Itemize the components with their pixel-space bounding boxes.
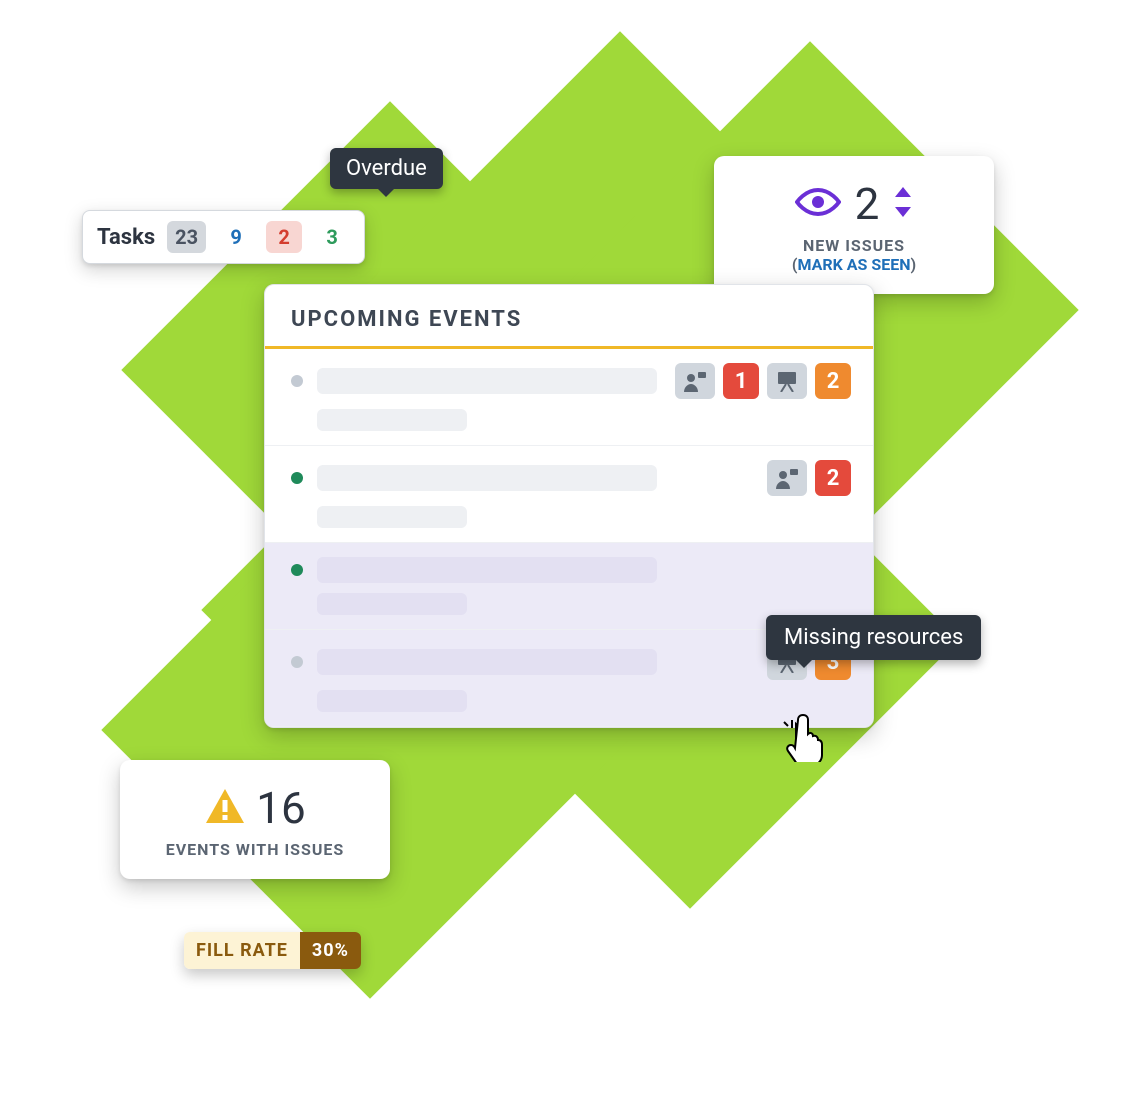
fill-rate-value: 30% [300, 932, 361, 969]
warning-triangle-icon [204, 787, 246, 829]
event-title-placeholder [317, 557, 657, 583]
missing-resources-tooltip: Missing resources [766, 615, 981, 660]
event-title-placeholder [317, 465, 657, 491]
overdue-tooltip: Overdue [330, 148, 443, 189]
eye-icon [795, 186, 841, 222]
event-subtitle-placeholder [317, 506, 467, 528]
fill-rate-label: FILL RATE [184, 932, 300, 969]
person-speak-icon[interactable] [767, 460, 807, 496]
person-badge-count: 2 [815, 460, 851, 496]
sort-arrows-icon[interactable] [893, 185, 913, 223]
status-dot [291, 375, 303, 387]
events-issues-label: EVENTS WITH ISSUES [136, 840, 374, 859]
tasks-count-all[interactable]: 23 [167, 221, 206, 253]
easel-icon[interactable] [767, 363, 807, 399]
person-speak-icon[interactable] [675, 363, 715, 399]
new-issues-count: 2 [855, 178, 880, 230]
tasks-count-green[interactable]: 3 [314, 221, 350, 253]
status-dot [291, 656, 303, 668]
status-dot [291, 564, 303, 576]
upcoming-events-title: UPCOMING EVENTS [265, 285, 873, 346]
resource-badge-count: 2 [815, 363, 851, 399]
new-issues-label: NEW ISSUES [732, 236, 976, 255]
mark-as-seen-link[interactable]: MARK AS SEEN [797, 255, 910, 274]
event-row[interactable]: 2 [265, 446, 873, 543]
event-subtitle-placeholder [317, 690, 467, 712]
upcoming-events-card: UPCOMING EVENTS 1 2 [264, 284, 874, 728]
event-subtitle-placeholder [317, 409, 467, 431]
events-issues-count: 16 [256, 782, 305, 834]
cursor-pointer-icon [782, 714, 826, 766]
event-subtitle-placeholder [317, 593, 467, 615]
fill-rate-badge[interactable]: FILL RATE 30% [184, 932, 361, 969]
tasks-count-overdue[interactable]: 2 [266, 221, 302, 253]
tasks-label: Tasks [97, 225, 155, 250]
new-issues-subtext: (MARK AS SEEN) [732, 255, 976, 274]
event-title-placeholder [317, 368, 657, 394]
status-dot [291, 472, 303, 484]
new-issues-card[interactable]: 2 NEW ISSUES (MARK AS SEEN) [714, 156, 994, 294]
tasks-count-blue[interactable]: 9 [218, 221, 254, 253]
person-badge-count: 1 [723, 363, 759, 399]
events-with-issues-card[interactable]: 16 EVENTS WITH ISSUES [120, 760, 390, 879]
tasks-card[interactable]: Tasks 23 9 2 3 [82, 210, 365, 264]
event-row[interactable]: 1 2 [265, 349, 873, 446]
event-title-placeholder [317, 649, 657, 675]
